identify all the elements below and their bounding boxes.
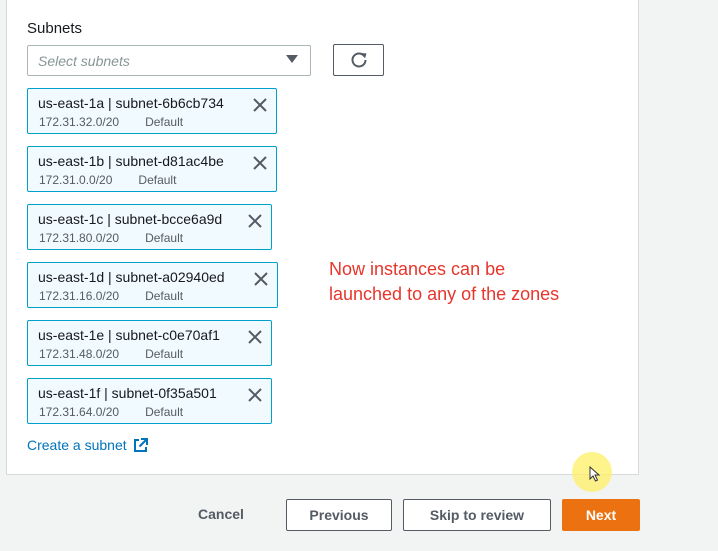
- subnet-cidr: 172.31.64.0/20: [39, 405, 120, 419]
- mouse-pointer-icon: [589, 466, 601, 482]
- subnet-token-details: 172.31.32.0/20 Default: [39, 115, 183, 129]
- select-placeholder: Select subnets: [38, 53, 130, 69]
- annotation-line: launched to any of the zones: [329, 284, 560, 304]
- subnet-cidr: 172.31.48.0/20: [39, 347, 120, 361]
- refresh-button[interactable]: [333, 44, 384, 76]
- subnet-token-title: us-east-1f | subnet-0f35a501: [38, 385, 217, 401]
- refresh-icon: [351, 52, 366, 68]
- subnet-tag: Default: [145, 115, 184, 129]
- subnet-cidr: 172.31.0.0/20: [39, 173, 113, 187]
- subnet-token-details: 172.31.16.0/20 Default: [39, 289, 183, 303]
- subnet-token-details: 172.31.0.0/20 Default: [39, 173, 176, 187]
- close-icon[interactable]: [253, 271, 269, 287]
- skip-to-review-button[interactable]: Skip to review: [403, 499, 551, 531]
- annotation-text: Now instances can be launched to any of …: [329, 257, 619, 307]
- subnets-label: Subnets: [27, 20, 83, 37]
- subnet-tag: Default: [138, 173, 177, 187]
- previous-button[interactable]: Previous: [286, 499, 392, 531]
- subnet-token-title: us-east-1d | subnet-a02940ed: [38, 269, 225, 285]
- subnet-token: us-east-1e | subnet-c0e70af1 172.31.48.0…: [27, 320, 272, 366]
- create-subnet-link[interactable]: Create a subnet: [27, 437, 148, 453]
- close-icon[interactable]: [247, 387, 263, 403]
- subnet-token-details: 172.31.64.0/20 Default: [39, 405, 183, 419]
- subnet-token-title: us-east-1e | subnet-c0e70af1: [38, 327, 220, 343]
- subnet-cidr: 172.31.16.0/20: [39, 289, 120, 303]
- cancel-button[interactable]: Cancel: [198, 506, 244, 522]
- caret-down-icon: [286, 55, 298, 63]
- subnet-token-title: us-east-1b | subnet-d81ac4be: [38, 153, 224, 169]
- close-icon[interactable]: [252, 155, 268, 171]
- subnet-cidr: 172.31.32.0/20: [39, 115, 120, 129]
- subnet-tag: Default: [145, 347, 184, 361]
- create-subnet-label: Create a subnet: [27, 437, 127, 453]
- subnet-tag: Default: [145, 289, 184, 303]
- external-link-icon: [133, 437, 148, 452]
- subnets-select[interactable]: Select subnets: [27, 45, 311, 76]
- close-icon[interactable]: [252, 97, 268, 113]
- subnet-token-title: us-east-1c | subnet-bcce6a9d: [38, 211, 223, 227]
- subnet-token: us-east-1a | subnet-6b6cb734 172.31.32.0…: [27, 88, 277, 134]
- subnet-cidr: 172.31.80.0/20: [39, 231, 120, 245]
- close-icon[interactable]: [247, 213, 263, 229]
- annotation-line: Now instances can be: [329, 259, 506, 279]
- subnet-token: us-east-1b | subnet-d81ac4be 172.31.0.0/…: [27, 146, 277, 192]
- subnet-token-title: us-east-1a | subnet-6b6cb734: [38, 95, 224, 111]
- subnet-tag: Default: [145, 231, 184, 245]
- selected-subnets-list: us-east-1a | subnet-6b6cb734 172.31.32.0…: [27, 88, 278, 436]
- close-icon[interactable]: [247, 329, 263, 345]
- subnet-token: us-east-1d | subnet-a02940ed 172.31.16.0…: [27, 262, 278, 308]
- next-button[interactable]: Next: [562, 499, 640, 531]
- subnet-tag: Default: [145, 405, 184, 419]
- subnet-token-details: 172.31.80.0/20 Default: [39, 231, 183, 245]
- subnet-token: us-east-1c | subnet-bcce6a9d 172.31.80.0…: [27, 204, 272, 250]
- subnet-token: us-east-1f | subnet-0f35a501 172.31.64.0…: [27, 378, 272, 424]
- subnet-token-details: 172.31.48.0/20 Default: [39, 347, 183, 361]
